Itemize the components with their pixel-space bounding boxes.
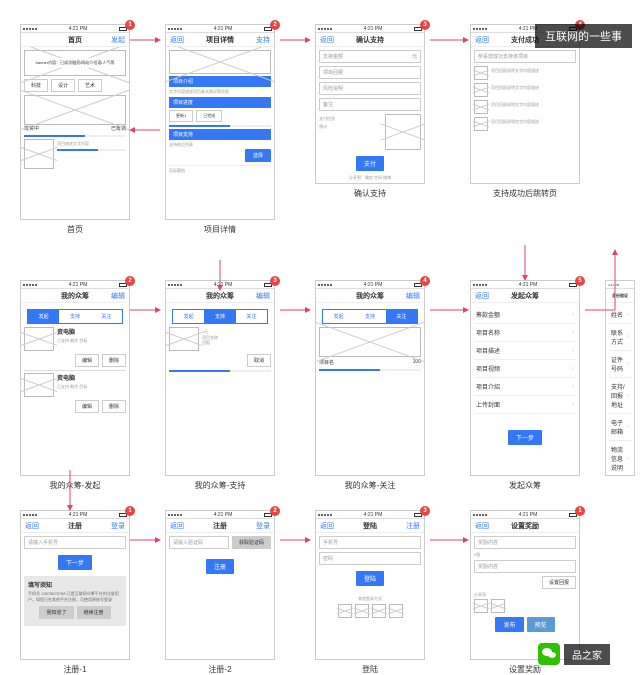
screen-set-reward: 4:21 PM 返回设置奖励 奖励内容 2档 奖励内容 设置回报 分享到 发布预… <box>470 510 580 660</box>
thumb-placeholder <box>24 139 54 169</box>
tab-launched[interactable]: 发起 <box>28 310 59 323</box>
tab-design[interactable]: 设计 <box>51 79 75 92</box>
screen-login: 4:21 PM 返回登陆注册 手机号 密码 登陆 其他登录方式 登陆 <box>315 510 425 660</box>
get-code-button[interactable]: 获取验证码 <box>232 536 271 549</box>
screen-mine-followed: 4:21 PM 我的众筹编辑 发起支持关注 项目名100 我的众筹-关注 <box>315 280 425 476</box>
watermark-text: 互联网的一些事 <box>535 24 632 48</box>
screen-register-1: 4:21 PM 返回注册登录 请输入手机号 下一步 填写须知 手机号 13878… <box>20 510 130 660</box>
next-button[interactable]: 下一步 <box>58 555 92 570</box>
screen-mine-launched: 4:21 PM 我的众筹编辑 发起支持关注 资电脑已支持 剩余 目标 编辑删除 … <box>20 280 130 476</box>
password-input[interactable]: 密码 <box>319 552 421 565</box>
publish-button[interactable]: 发布 <box>495 617 523 632</box>
know-button[interactable]: 我知道了 <box>39 606 73 619</box>
screen-home: 4:21 PM 首页发起 banner内容：已成功融资/网站介绍语/人气等 科技… <box>20 24 130 220</box>
wechat-icon <box>538 643 560 665</box>
navbar: 首页发起 <box>21 33 129 47</box>
image-placeholder <box>24 95 126 125</box>
screen-verify-peek: 4:21 PM 身份验证 姓名 联系方式 证件号码 支持/回报地址 电子邮箱 物… <box>605 280 635 476</box>
phone-input[interactable]: 手机号 <box>319 536 421 549</box>
next-button[interactable]: 下一步 <box>508 430 542 445</box>
screen-payment-success: 4:21 PM 返回支付成功 恭喜您成功支持该项目 项目回报说明文字内容描述 项… <box>470 24 580 184</box>
sns-icon[interactable] <box>372 604 386 618</box>
banner-placeholder: banner内容：已成功融资/网站介绍语/人气等 <box>24 50 126 76</box>
field-desc[interactable]: 项目描述 <box>474 342 576 360</box>
nav-support[interactable]: 支持 <box>254 35 270 45</box>
preview-button[interactable]: 预览 <box>527 617 555 632</box>
wireframe-flow-diagram: 4:21 PM 首页发起 banner内容：已成功融资/网站介绍语/人气等 科技… <box>0 0 640 675</box>
sns-icon[interactable] <box>389 604 403 618</box>
field-name[interactable]: 项目名称 <box>474 324 576 342</box>
field-amount[interactable]: 筹款金额 <box>474 306 576 324</box>
login-button[interactable]: 登陆 <box>356 571 384 586</box>
code-input[interactable]: 请输入验证码 <box>169 536 229 549</box>
tab-supported[interactable]: 支持 <box>59 310 90 323</box>
register-button[interactable]: 注册 <box>206 559 234 574</box>
field-video[interactable]: 项目视频 <box>474 360 576 378</box>
pay-button[interactable]: 支付 <box>356 156 384 171</box>
tab-tech[interactable]: 科技 <box>24 79 48 92</box>
wechat-badge: 品之家 <box>538 643 610 665</box>
screen-launch-crowdfund: 4:21 PM 返回发起众筹 筹款金额 项目名称 项目描述 项目视频 项目介绍 … <box>470 280 580 476</box>
tab-followed[interactable]: 关注 <box>91 310 122 323</box>
nav-back[interactable]: 返回 <box>170 35 186 45</box>
screen-register-2: 4:21 PM 返回注册登录 请输入验证码获取验证码 注册 注册-2 <box>165 510 275 660</box>
flow-badge: 1 <box>125 20 135 30</box>
sns-icon[interactable] <box>355 604 369 618</box>
field-intro[interactable]: 项目介绍 <box>474 378 576 396</box>
continue-button[interactable]: 继续注册 <box>77 606 111 619</box>
select-button[interactable]: 选择 <box>245 149 271 162</box>
screen-confirm-support: 4:21 PM 返回确认支持 支持金额 元 项目回报 风险说明 备注 支付信息预… <box>315 24 425 184</box>
status-bar: 4:21 PM <box>21 25 129 33</box>
screen-label: 首页 <box>21 224 129 235</box>
screen-mine-supported: 4:21 PM 我的众筹编辑 发起支持关注 1元项目名称回报 取消 我的众筹-支… <box>165 280 275 476</box>
tab-art[interactable]: 艺术 <box>78 79 102 92</box>
status-time: 4:21 PM <box>69 26 88 32</box>
nav-right[interactable]: 发起 <box>109 35 125 45</box>
phone-input[interactable]: 请输入手机号 <box>24 536 126 549</box>
field-cover[interactable]: 上传封面 <box>474 396 576 414</box>
sns-icon[interactable] <box>338 604 352 618</box>
nav-title: 首页 <box>41 35 109 45</box>
screen-project-detail: 4:21 PM 返回项目详情支持 项目介绍 文字内容描述项目基本情况等信息 项目… <box>165 24 275 220</box>
amount-input[interactable]: 支持金额 元 <box>319 50 421 63</box>
